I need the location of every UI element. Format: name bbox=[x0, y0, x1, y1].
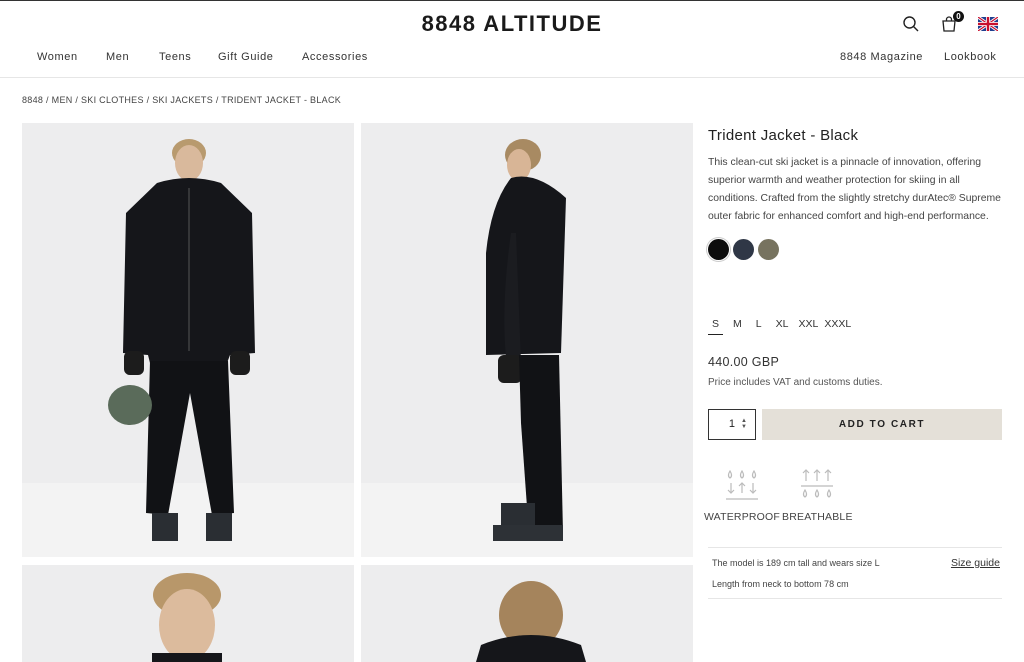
add-to-cart-button[interactable]: ADD TO CART bbox=[762, 409, 1002, 440]
quantity-stepper[interactable]: 1 ▲ ▼ bbox=[708, 409, 756, 440]
product-photo-face[interactable] bbox=[22, 565, 354, 662]
size-option-xxxl[interactable]: XXXL bbox=[824, 318, 851, 335]
model-back-illustration bbox=[361, 565, 693, 662]
size-option-s[interactable]: S bbox=[708, 318, 724, 335]
model-size-note: The model is 189 cm tall and wears size … bbox=[712, 558, 880, 568]
model-face-illustration bbox=[22, 565, 354, 662]
stepper-arrows-icon[interactable]: ▲ ▼ bbox=[741, 418, 747, 430]
color-swatch-black[interactable] bbox=[708, 239, 729, 260]
search-icon[interactable] bbox=[902, 15, 920, 33]
size-option-l[interactable]: L bbox=[756, 318, 762, 335]
size-option-xl[interactable]: XL bbox=[776, 318, 789, 335]
waterproof-icon bbox=[726, 469, 758, 500]
product-photo-front[interactable] bbox=[22, 123, 354, 557]
feature-breathable-label: BREATHABLE bbox=[782, 511, 853, 523]
product-price: 440.00 GBP bbox=[708, 355, 780, 369]
breadcrumb-ski-jackets[interactable]: / SKI JACKETS bbox=[147, 95, 213, 105]
product-info: Trident Jacket - Black This clean-cut sk… bbox=[704, 127, 1004, 599]
size-option-xxl[interactable]: XXL bbox=[798, 318, 818, 335]
nav-women[interactable]: Women bbox=[37, 51, 78, 63]
model-info-box: The model is 189 cm tall and wears size … bbox=[708, 547, 1002, 599]
feature-waterproof: WATERPROOF bbox=[702, 467, 782, 523]
feature-waterproof-label: WATERPROOF bbox=[703, 511, 781, 523]
model-side-illustration bbox=[361, 123, 693, 557]
size-option-m[interactable]: M bbox=[733, 318, 742, 335]
product-title: Trident Jacket - Black bbox=[708, 127, 859, 144]
product-photo-back[interactable] bbox=[361, 565, 693, 662]
nav-accessories[interactable]: Accessories bbox=[302, 51, 368, 63]
nav-men[interactable]: Men bbox=[106, 51, 129, 63]
breadcrumb-men[interactable]: / MEN bbox=[46, 95, 73, 105]
nav-gift-guide[interactable]: Gift Guide bbox=[218, 51, 274, 63]
length-note: Length from neck to bottom 78 cm bbox=[712, 579, 849, 589]
breadcrumb: 8848 / MEN / SKI CLOTHES / SKI JACKETS /… bbox=[22, 95, 341, 105]
breadcrumb-current: / TRIDENT JACKET - BLACK bbox=[215, 95, 342, 105]
feature-breathable: BREATHABLE bbox=[782, 467, 852, 523]
color-swatch-navy[interactable] bbox=[733, 239, 754, 260]
breathable-icon bbox=[801, 469, 833, 498]
breadcrumb-home[interactable]: 8848 bbox=[22, 95, 43, 105]
product-photo-side[interactable] bbox=[361, 123, 693, 557]
product-description: This clean-cut ski jacket is a pinnacle … bbox=[708, 157, 1001, 222]
color-swatches bbox=[708, 239, 1004, 260]
header-icons: 0 bbox=[902, 11, 999, 33]
size-guide-link[interactable]: Size guide bbox=[951, 557, 1000, 569]
uk-flag-icon[interactable] bbox=[977, 15, 999, 33]
nav-lookbook[interactable]: Lookbook bbox=[944, 51, 997, 63]
vat-note: Price includes VAT and customs duties. bbox=[708, 377, 883, 388]
breadcrumb-ski-clothes[interactable]: / SKI CLOTHES bbox=[75, 95, 143, 105]
bag-icon[interactable]: 0 bbox=[940, 11, 964, 33]
nav-teens[interactable]: Teens bbox=[159, 51, 191, 63]
size-selector: S M L XL XXL XXXL bbox=[708, 318, 851, 335]
model-front-illustration bbox=[22, 123, 354, 557]
nav-magazine[interactable]: 8848 Magazine bbox=[840, 51, 923, 63]
cart-count-badge: 0 bbox=[953, 11, 964, 22]
quantity-value: 1 bbox=[728, 418, 735, 430]
color-swatch-olive[interactable] bbox=[758, 239, 779, 260]
site-header: 8848 ALTITUDE 0 Women Men Teens Gift Gui… bbox=[0, 0, 1024, 78]
site-logo[interactable]: 8848 ALTITUDE bbox=[0, 11, 1024, 37]
